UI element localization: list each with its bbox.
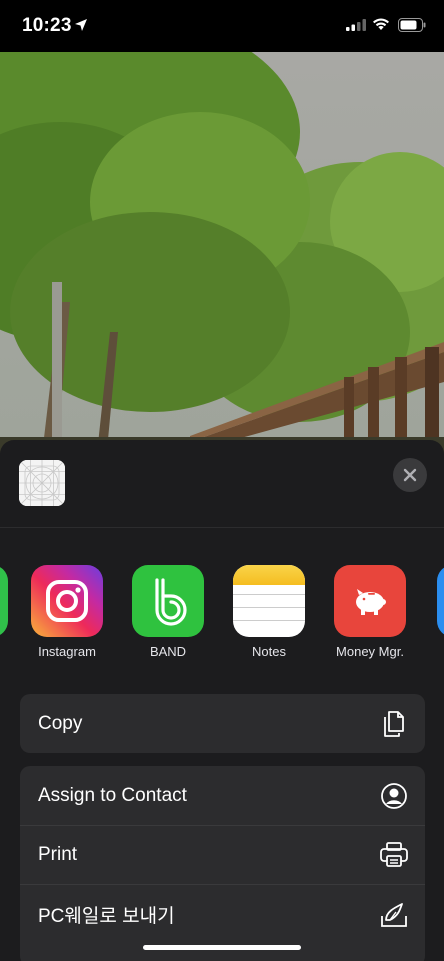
share-sheet-header xyxy=(0,440,444,528)
share-app-band[interactable]: BAND xyxy=(123,565,213,659)
share-app-instagram[interactable]: Instagram xyxy=(22,565,112,659)
app-label: Money Mgr. xyxy=(336,644,404,659)
shared-item-thumbnail xyxy=(19,460,65,506)
status-bar: 10:23 xyxy=(0,0,444,52)
action-label: Print xyxy=(38,844,78,865)
location-arrow-icon xyxy=(75,19,87,31)
share-app-notes[interactable]: Notes xyxy=(224,565,314,659)
print-action[interactable]: Print xyxy=(20,825,425,884)
whale-send-icon xyxy=(379,899,409,929)
status-time: 10:23 xyxy=(22,15,72,36)
app-label: Notes xyxy=(252,644,286,659)
wifi-icon xyxy=(373,18,389,30)
action-label: Copy xyxy=(38,712,83,734)
contact-icon xyxy=(379,781,409,811)
action-group-secondary: Assign to Contact Print PC웨일로 보내기 xyxy=(20,766,425,961)
close-button[interactable] xyxy=(393,458,427,492)
share-app-money-mgr[interactable]: Money Mgr. xyxy=(325,565,415,659)
background-photo xyxy=(0,52,444,472)
close-icon xyxy=(403,468,417,482)
action-group-primary: Copy xyxy=(20,694,425,753)
copy-action[interactable]: Copy xyxy=(20,694,425,753)
printer-icon xyxy=(379,840,409,870)
cellular-signal-icon xyxy=(346,19,366,31)
share-sheet: Instagram BAND Notes Money Mgr. Copy Ass… xyxy=(0,440,444,961)
action-label: Assign to Contact xyxy=(38,784,187,806)
notes-icon xyxy=(233,565,305,637)
assign-to-contact-action[interactable]: Assign to Contact xyxy=(20,766,425,825)
instagram-icon xyxy=(31,565,103,637)
app-label: Instagram xyxy=(38,644,96,659)
band-icon xyxy=(132,565,204,637)
piggy-bank-icon xyxy=(334,565,406,637)
share-apps-row: Instagram BAND Notes Money Mgr. xyxy=(0,565,444,665)
send-to-pc-whale-action[interactable]: PC웨일로 보내기 xyxy=(20,884,425,943)
home-indicator[interactable] xyxy=(143,945,301,950)
copy-icon xyxy=(379,709,409,739)
battery-icon xyxy=(398,18,426,32)
app-label: BAND xyxy=(149,644,187,659)
partial-app-icon-left[interactable] xyxy=(0,565,8,637)
action-label: PC웨일로 보내기 xyxy=(38,905,175,927)
partial-app-icon-right[interactable] xyxy=(437,565,444,637)
